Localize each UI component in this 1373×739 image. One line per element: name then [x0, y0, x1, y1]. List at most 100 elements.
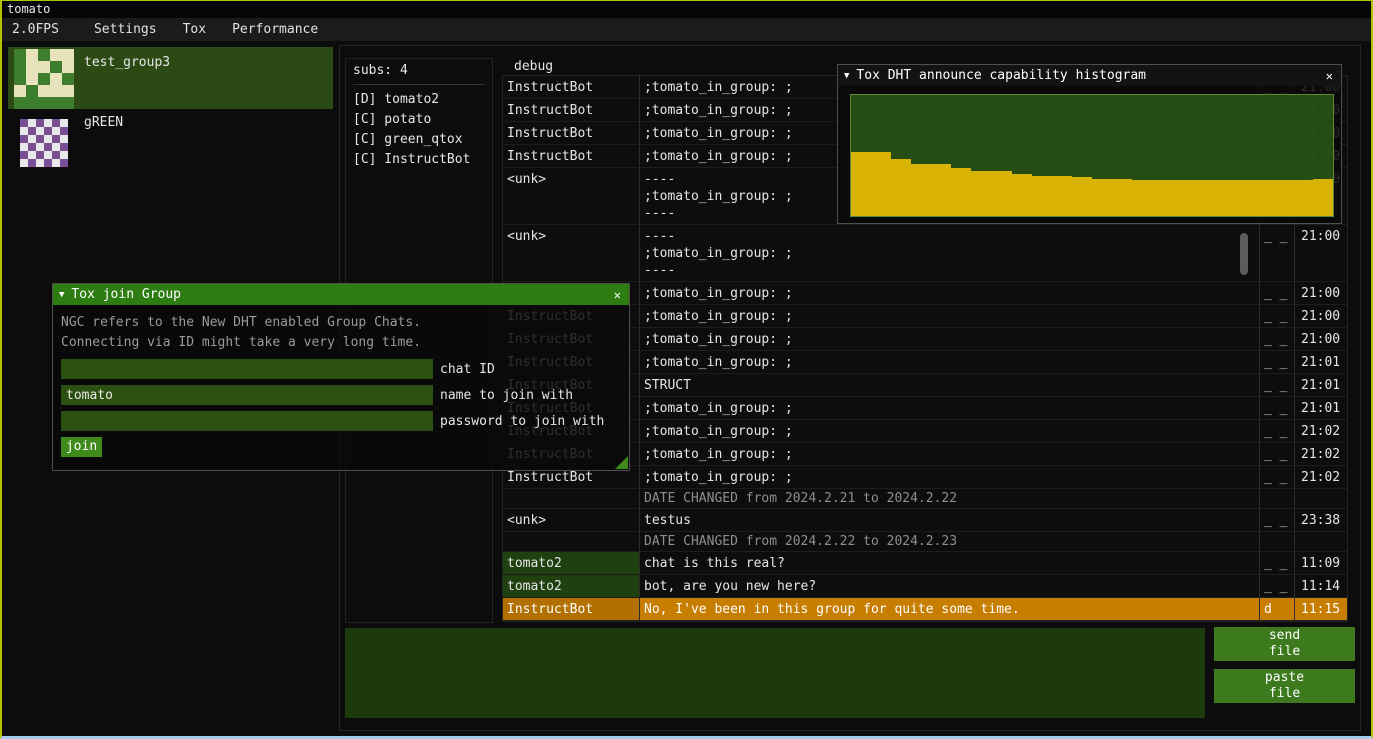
group-avatar — [20, 119, 68, 167]
message-status: _ _ — [1260, 397, 1295, 419]
menu-items: SettingsToxPerformance — [81, 22, 331, 37]
message-author: InstructBot — [503, 99, 640, 121]
fps-indicator: 2.0FPS — [10, 22, 69, 37]
close-icon[interactable]: ✕ — [612, 288, 623, 302]
message-time: 21:01 — [1295, 397, 1347, 419]
chat-message-row[interactable]: tomato2 bot, are you new here? _ _ 11:14 — [503, 575, 1347, 598]
message-author — [503, 532, 640, 551]
message-status: _ _ — [1260, 305, 1295, 327]
histogram-bar — [1052, 176, 1072, 216]
chat-message-row[interactable]: DATE CHANGED from 2024.2.21 to 2024.2.22 — [503, 489, 1347, 509]
join-fields: chat ID name to join with password to jo… — [61, 359, 621, 431]
info-text: NGC refers to the New DHT enabled Group … — [61, 313, 621, 333]
histogram-bar — [1313, 179, 1333, 217]
field-label: chat ID — [440, 362, 495, 377]
app-window: tomato 2.0FPS SettingsToxPerformance tes… — [0, 0, 1373, 739]
menu-item[interactable]: Performance — [219, 22, 331, 37]
field-row: password to join with — [61, 411, 621, 431]
histogram-bar — [1192, 180, 1212, 216]
message-text: DATE CHANGED from 2024.2.21 to 2024.2.22 — [640, 489, 1260, 508]
message-author: InstructBot — [503, 145, 640, 167]
message-text: STRUCT — [640, 374, 1260, 396]
message-text: ;tomato_in_group: ; — [640, 351, 1260, 373]
histogram-bar — [992, 171, 1012, 216]
send-file-button[interactable]: send file — [1214, 627, 1355, 661]
collapse-icon[interactable]: ▼ — [59, 290, 64, 300]
join-button[interactable]: join — [61, 437, 102, 457]
histogram-bar — [1172, 180, 1192, 216]
message-time: 21:00 — [1295, 328, 1347, 350]
message-status — [1260, 532, 1295, 551]
message-text: ;tomato_in_group: ; — [640, 420, 1260, 442]
histogram-bar — [1012, 174, 1032, 216]
histogram-bar — [1273, 180, 1293, 216]
histogram-plot[interactable] — [850, 94, 1334, 217]
text-input[interactable] — [61, 359, 433, 379]
chat-message-row[interactable]: tomato2 chat is this real? _ _ 11:09 — [503, 552, 1347, 575]
subs-list: [D] tomato2[C] potato[C] green_qtox[C] I… — [353, 90, 485, 170]
text-input[interactable] — [61, 385, 433, 405]
message-author: InstructBot — [503, 122, 640, 144]
menu-item[interactable]: Tox — [170, 22, 219, 37]
sub-item[interactable]: [C] InstructBot — [353, 150, 485, 170]
group-item-gREEN[interactable]: gREEN — [8, 113, 333, 173]
chat-message-row[interactable]: <unk> testus _ _ 23:38 — [503, 509, 1347, 532]
message-status: _ _ — [1260, 351, 1295, 373]
message-text: ;tomato_in_group: ; — [640, 443, 1260, 465]
chat-scrollbar[interactable] — [1240, 233, 1248, 275]
message-status: _ _ — [1260, 466, 1295, 488]
message-status: d — [1260, 598, 1295, 620]
histogram-bar — [1232, 180, 1252, 216]
message-status: _ _ — [1260, 575, 1295, 597]
message-status: _ _ — [1260, 225, 1295, 281]
collapse-icon[interactable]: ▼ — [844, 71, 849, 81]
paste-file-button[interactable]: paste file — [1214, 669, 1355, 703]
text-input[interactable] — [61, 411, 433, 431]
message-time: 21:01 — [1295, 374, 1347, 396]
histogram-bar — [1112, 179, 1132, 217]
join-group-window: ▼ Tox join Group ✕ NGC refers to the New… — [52, 283, 630, 471]
message-status: _ _ — [1260, 282, 1295, 304]
message-text: ;tomato_in_group: ; — [640, 282, 1260, 304]
message-time: 11:14 — [1295, 575, 1347, 597]
histogram-bar — [1032, 176, 1052, 216]
message-input[interactable] — [345, 628, 1205, 718]
message-text: chat is this real? — [640, 552, 1260, 574]
field-label: name to join with — [440, 388, 573, 403]
histogram-bar — [971, 171, 991, 216]
join-window-body: NGC refers to the New DHT enabled Group … — [53, 305, 629, 470]
histogram-bar — [1072, 177, 1092, 216]
menu-item[interactable]: Settings — [81, 22, 170, 37]
message-text: ;tomato_in_group: ; — [640, 305, 1260, 327]
chat-header: debug — [514, 59, 553, 74]
chat-message-row[interactable]: <unk> ---- ;tomato_in_group: ; ---- _ _ … — [503, 225, 1347, 282]
group-name: test_group3 — [84, 55, 170, 70]
message-author: tomato2 — [503, 552, 640, 574]
info-text: Connecting via ID might take a very long… — [61, 333, 621, 353]
sub-item[interactable]: [C] green_qtox — [353, 130, 485, 150]
close-icon[interactable]: ✕ — [1324, 69, 1335, 83]
message-time: 21:00 — [1295, 282, 1347, 304]
histogram-window: ▼ Tox DHT announce capability histogram … — [837, 64, 1342, 224]
window-titlebar: tomato — [2, 1, 1371, 18]
message-time: 11:09 — [1295, 552, 1347, 574]
message-time: 21:00 — [1295, 305, 1347, 327]
histogram-window-titlebar[interactable]: ▼ Tox DHT announce capability histogram … — [838, 65, 1341, 86]
histogram-bar — [951, 168, 971, 216]
chat-message-row[interactable]: InstructBot No, I've been in this group … — [503, 598, 1347, 621]
message-text: testus — [640, 509, 1260, 531]
histogram-bar — [1132, 180, 1152, 216]
message-time: 23:38 — [1295, 509, 1347, 531]
chat-message-row[interactable]: DATE CHANGED from 2024.2.22 to 2024.2.23 — [503, 532, 1347, 552]
message-text: No, I've been in this group for quite so… — [640, 598, 1260, 620]
message-time: 21:02 — [1295, 443, 1347, 465]
join-window-title: Tox join Group — [71, 287, 611, 302]
resize-grip-icon[interactable] — [615, 456, 628, 469]
message-author: <unk> — [503, 509, 640, 531]
window-title: tomato — [7, 2, 50, 16]
sub-item[interactable]: [D] tomato2 — [353, 90, 485, 110]
join-window-titlebar[interactable]: ▼ Tox join Group ✕ — [53, 284, 629, 305]
message-time: 21:02 — [1295, 466, 1347, 488]
sub-item[interactable]: [C] potato — [353, 110, 485, 130]
group-item-test_group3[interactable]: test_group3 — [8, 47, 333, 109]
